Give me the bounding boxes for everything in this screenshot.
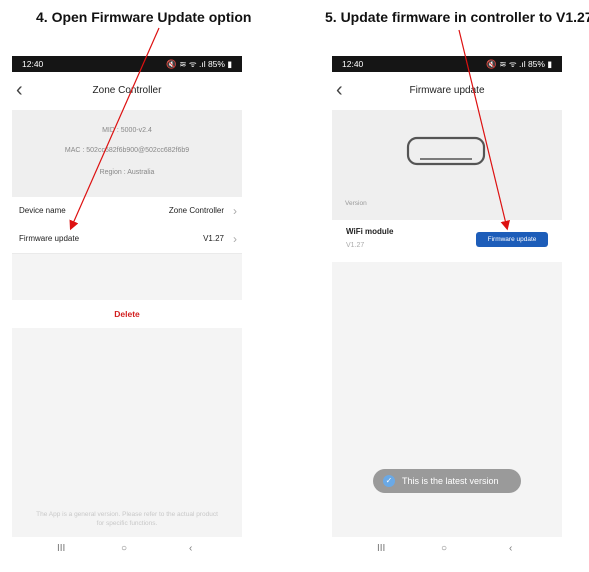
status-time: 12:40 xyxy=(342,59,364,69)
home-icon[interactable]: ○ xyxy=(441,537,447,561)
module-name: WiFi module xyxy=(346,227,394,236)
recent-apps-icon[interactable]: III xyxy=(57,537,65,561)
step-5-title: 5. Update firmware in controller to V1.2… xyxy=(325,9,589,25)
step-4-title: 4. Open Firmware Update option xyxy=(36,9,252,25)
nav-back-icon[interactable]: ‹ xyxy=(509,537,512,561)
toast-text: This is the latest version xyxy=(402,476,499,486)
version-section-label: Version xyxy=(345,200,367,207)
footer-note: The App is a general version. Please ref… xyxy=(12,510,242,528)
phone-screen-firmware-update: 12:40 🔇 ≋ ᯤ .ıl 85% ▮ ‹ Firmware update … xyxy=(332,56,562,561)
wifi-module-row: WiFi module V1.27 Firmware update xyxy=(332,220,562,262)
air-conditioner-icon xyxy=(406,136,486,166)
page-title: Zone Controller xyxy=(92,85,162,96)
home-icon[interactable]: ○ xyxy=(121,537,127,561)
status-bar: 12:40 🔇 ≋ ᯤ .ıl 85% ▮ xyxy=(12,56,242,72)
device-name-value: Zone Controller xyxy=(168,206,224,215)
system-nav-bar: III ○ ‹ xyxy=(12,537,242,561)
nav-back-icon[interactable]: ‹ xyxy=(189,537,192,561)
delete-button[interactable]: Delete xyxy=(12,300,242,328)
system-nav-bar: III ○ ‹ xyxy=(332,537,562,561)
app-header: ‹ Zone Controller xyxy=(12,72,242,110)
phone-screen-zone-controller: 12:40 🔇 ≋ ᯤ .ıl 85% ▮ ‹ Zone Controller … xyxy=(12,56,242,561)
status-icons: 🔇 ≋ ᯤ .ıl 85% ▮ xyxy=(166,59,232,69)
module-version: V1.27 xyxy=(346,242,365,249)
footer-note-line-2: for specific functions. xyxy=(96,520,158,527)
recent-apps-icon[interactable]: III xyxy=(377,537,385,561)
device-name-row[interactable]: Device name Zone Controller › xyxy=(12,197,242,226)
footer-note-line-1: The App is a general version. Please ref… xyxy=(36,511,218,518)
mac-text: MAC : 502cc682f6b900@502cc682f6b9 xyxy=(64,147,190,154)
page-title: Firmware update xyxy=(409,85,485,96)
device-image-panel: Version xyxy=(332,110,562,220)
status-bar: 12:40 🔇 ≋ ᯤ .ıl 85% ▮ xyxy=(332,56,562,72)
mid-text: MID : 5000-v2.4 xyxy=(102,127,152,134)
check-icon: ✓ xyxy=(383,475,395,487)
status-icons: 🔇 ≋ ᯤ .ıl 85% ▮ xyxy=(486,59,552,69)
firmware-version-value: V1.27 xyxy=(203,234,224,243)
app-header: ‹ Firmware update xyxy=(332,72,562,110)
chevron-right-icon: › xyxy=(233,204,237,218)
chevron-right-icon: › xyxy=(233,232,237,246)
device-name-label: Device name xyxy=(19,206,66,215)
firmware-update-label: Firmware update xyxy=(19,234,80,243)
firmware-update-button[interactable]: Firmware update xyxy=(476,232,548,247)
toast-message: ✓ This is the latest version xyxy=(373,469,521,493)
firmware-update-row[interactable]: Firmware update V1.27 › xyxy=(12,225,242,254)
region-text: Region : Australia xyxy=(99,169,155,176)
status-time: 12:40 xyxy=(22,59,44,69)
